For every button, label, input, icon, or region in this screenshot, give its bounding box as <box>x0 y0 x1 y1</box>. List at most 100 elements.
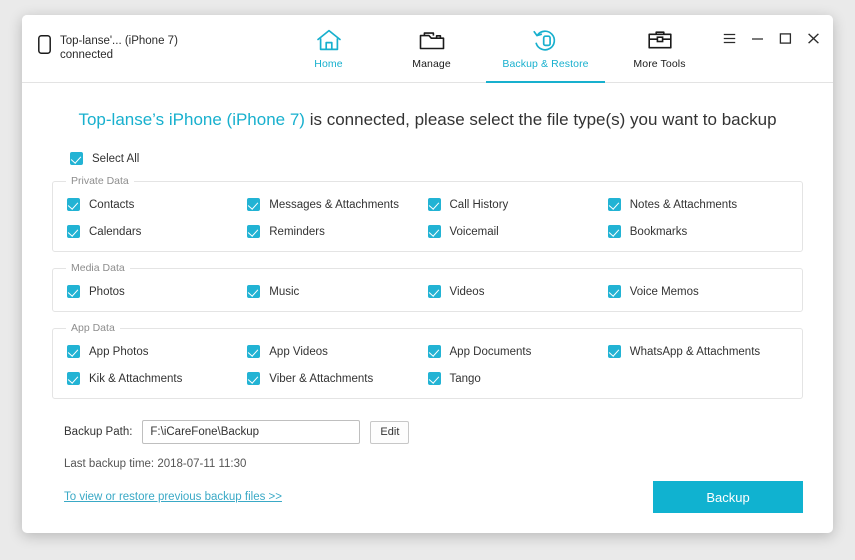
videos-label: Videos <box>449 285 485 298</box>
minimize-icon[interactable] <box>750 31 765 46</box>
checkbox-item[interactable]: Voicemail <box>427 225 608 238</box>
close-icon[interactable] <box>806 31 821 46</box>
backup-path-input[interactable] <box>142 420 361 444</box>
checkbox-item[interactable]: Notes & Attachments <box>607 198 788 211</box>
app-photos-checkbox[interactable] <box>67 345 80 358</box>
folder-icon <box>418 27 446 53</box>
title-bar: Top-lanse'... (iPhone 7) connected Home <box>22 15 833 83</box>
app-photos-label: App Photos <box>89 345 149 358</box>
reminders-checkbox[interactable] <box>247 225 261 238</box>
footer: To view or restore previous backup files… <box>52 481 803 513</box>
contacts-checkbox[interactable] <box>67 198 80 211</box>
calendars-label: Calendars <box>89 225 142 238</box>
checkbox-item[interactable]: Voice Memos <box>607 285 788 298</box>
voicemail-checkbox[interactable] <box>427 225 441 238</box>
checkbox-item[interactable]: Bookmarks <box>607 225 788 238</box>
voice-memos-label: Voice Memos <box>629 285 699 298</box>
checkbox-item[interactable]: App Documents <box>427 345 608 358</box>
select-all-row[interactable]: Select All <box>52 152 803 165</box>
calendars-checkbox[interactable] <box>67 225 80 238</box>
checkbox-item[interactable]: Music <box>247 285 427 298</box>
tango-label: Tango <box>449 372 481 385</box>
grid-spacer <box>608 372 788 385</box>
nav-tabs: Home Manage Backup & Restore More Tools <box>277 15 711 83</box>
group-media-data: Media Data Photos Music Videos Voice Mem… <box>52 262 803 312</box>
group-app-data-title: App Data <box>66 322 120 334</box>
select-all-checkbox[interactable] <box>70 152 83 165</box>
restore-previous-backups-link[interactable]: To view or restore previous backup files… <box>52 491 282 503</box>
messages-attachments-checkbox[interactable] <box>247 198 261 211</box>
tab-home-label: Home <box>314 58 343 70</box>
group-private-data: Private Data Contacts Messages & Attachm… <box>52 175 803 252</box>
device-name: Top-lanse'... (iPhone 7) <box>60 35 178 47</box>
kik-attachments-label: Kik & Attachments <box>89 372 183 385</box>
voice-memos-checkbox[interactable] <box>607 285 621 298</box>
music-checkbox[interactable] <box>247 285 261 298</box>
videos-checkbox[interactable] <box>427 285 441 298</box>
call-history-checkbox[interactable] <box>427 198 441 211</box>
checkbox-item[interactable]: Call History <box>427 198 608 211</box>
voicemail-label: Voicemail <box>449 225 499 238</box>
checkbox-item[interactable]: Viber & Attachments <box>247 372 427 385</box>
app-documents-checkbox[interactable] <box>427 345 441 358</box>
app-documents-label: App Documents <box>449 345 532 358</box>
backup-button[interactable]: Backup <box>653 481 803 513</box>
page-title-device: Top-lanse’s iPhone (iPhone 7) <box>78 110 305 129</box>
checkbox-item[interactable]: Messages & Attachments <box>247 198 427 211</box>
tab-more-tools-label: More Tools <box>633 58 686 70</box>
tango-checkbox[interactable] <box>427 372 441 385</box>
checkbox-item[interactable]: Videos <box>427 285 608 298</box>
app-videos-checkbox[interactable] <box>247 345 261 358</box>
reminders-label: Reminders <box>269 225 325 238</box>
page-title: Top-lanse’s iPhone (iPhone 7) is connect… <box>52 106 803 133</box>
notes-attachments-label: Notes & Attachments <box>629 198 738 211</box>
viber-attachments-checkbox[interactable] <box>247 372 261 385</box>
app-window: Top-lanse'... (iPhone 7) connected Home <box>22 15 833 533</box>
checkbox-item[interactable]: App Photos <box>67 345 247 358</box>
edit-button[interactable]: Edit <box>370 420 410 444</box>
kik-attachments-checkbox[interactable] <box>67 372 80 385</box>
checkbox-item[interactable]: Tango <box>427 372 608 385</box>
maximize-icon[interactable] <box>778 31 793 46</box>
tab-home[interactable]: Home <box>277 15 380 83</box>
main-content: Top-lanse’s iPhone (iPhone 7) is connect… <box>22 83 833 533</box>
group-private-data-items: Contacts Messages & Attachments Call His… <box>53 198 802 238</box>
bookmarks-checkbox[interactable] <box>607 225 621 238</box>
tab-manage[interactable]: Manage <box>380 15 483 83</box>
photos-checkbox[interactable] <box>67 285 80 298</box>
notes-attachments-checkbox[interactable] <box>607 198 621 211</box>
whatsapp-attachments-label: WhatsApp & Attachments <box>629 345 761 358</box>
checkbox-item[interactable]: Contacts <box>67 198 247 211</box>
home-icon <box>316 27 342 53</box>
whatsapp-attachments-checkbox[interactable] <box>607 345 621 358</box>
window-controls <box>722 31 821 46</box>
backup-path-label: Backup Path: <box>64 426 133 438</box>
page-title-rest: is connected, please select the file typ… <box>309 110 777 129</box>
group-app-data: App Data App Photos App Videos App Docum… <box>52 322 803 399</box>
group-media-data-items: Photos Music Videos Voice Memos <box>53 285 802 298</box>
music-label: Music <box>269 285 300 298</box>
menu-icon[interactable] <box>722 31 737 46</box>
checkbox-item[interactable]: Kik & Attachments <box>67 372 247 385</box>
checkbox-item[interactable]: WhatsApp & Attachments <box>607 345 788 358</box>
phone-icon <box>38 35 51 59</box>
backup-restore-icon <box>532 27 560 53</box>
tab-more-tools[interactable]: More Tools <box>608 15 711 83</box>
last-backup-time: Last backup time: 2018-07-11 11:30 <box>64 458 247 470</box>
tab-backup-restore-label: Backup & Restore <box>502 58 589 70</box>
bookmarks-label: Bookmarks <box>629 225 688 238</box>
device-info: Top-lanse'... (iPhone 7) connected <box>38 34 178 62</box>
backup-path-row: Backup Path: Edit <box>52 420 803 444</box>
checkbox-item[interactable]: Calendars <box>67 225 247 238</box>
checkbox-item[interactable]: App Videos <box>247 345 427 358</box>
messages-attachments-label: Messages & Attachments <box>269 198 400 211</box>
app-videos-label: App Videos <box>269 345 328 358</box>
toolbox-icon <box>646 27 674 53</box>
tab-backup-restore[interactable]: Backup & Restore <box>483 15 608 83</box>
call-history-label: Call History <box>449 198 509 211</box>
group-app-data-items: App Photos App Videos App Documents What… <box>53 345 802 385</box>
select-all-label: Select All <box>92 152 140 165</box>
checkbox-item[interactable]: Reminders <box>247 225 427 238</box>
checkbox-item[interactable]: Photos <box>67 285 247 298</box>
device-status: connected <box>60 49 114 61</box>
